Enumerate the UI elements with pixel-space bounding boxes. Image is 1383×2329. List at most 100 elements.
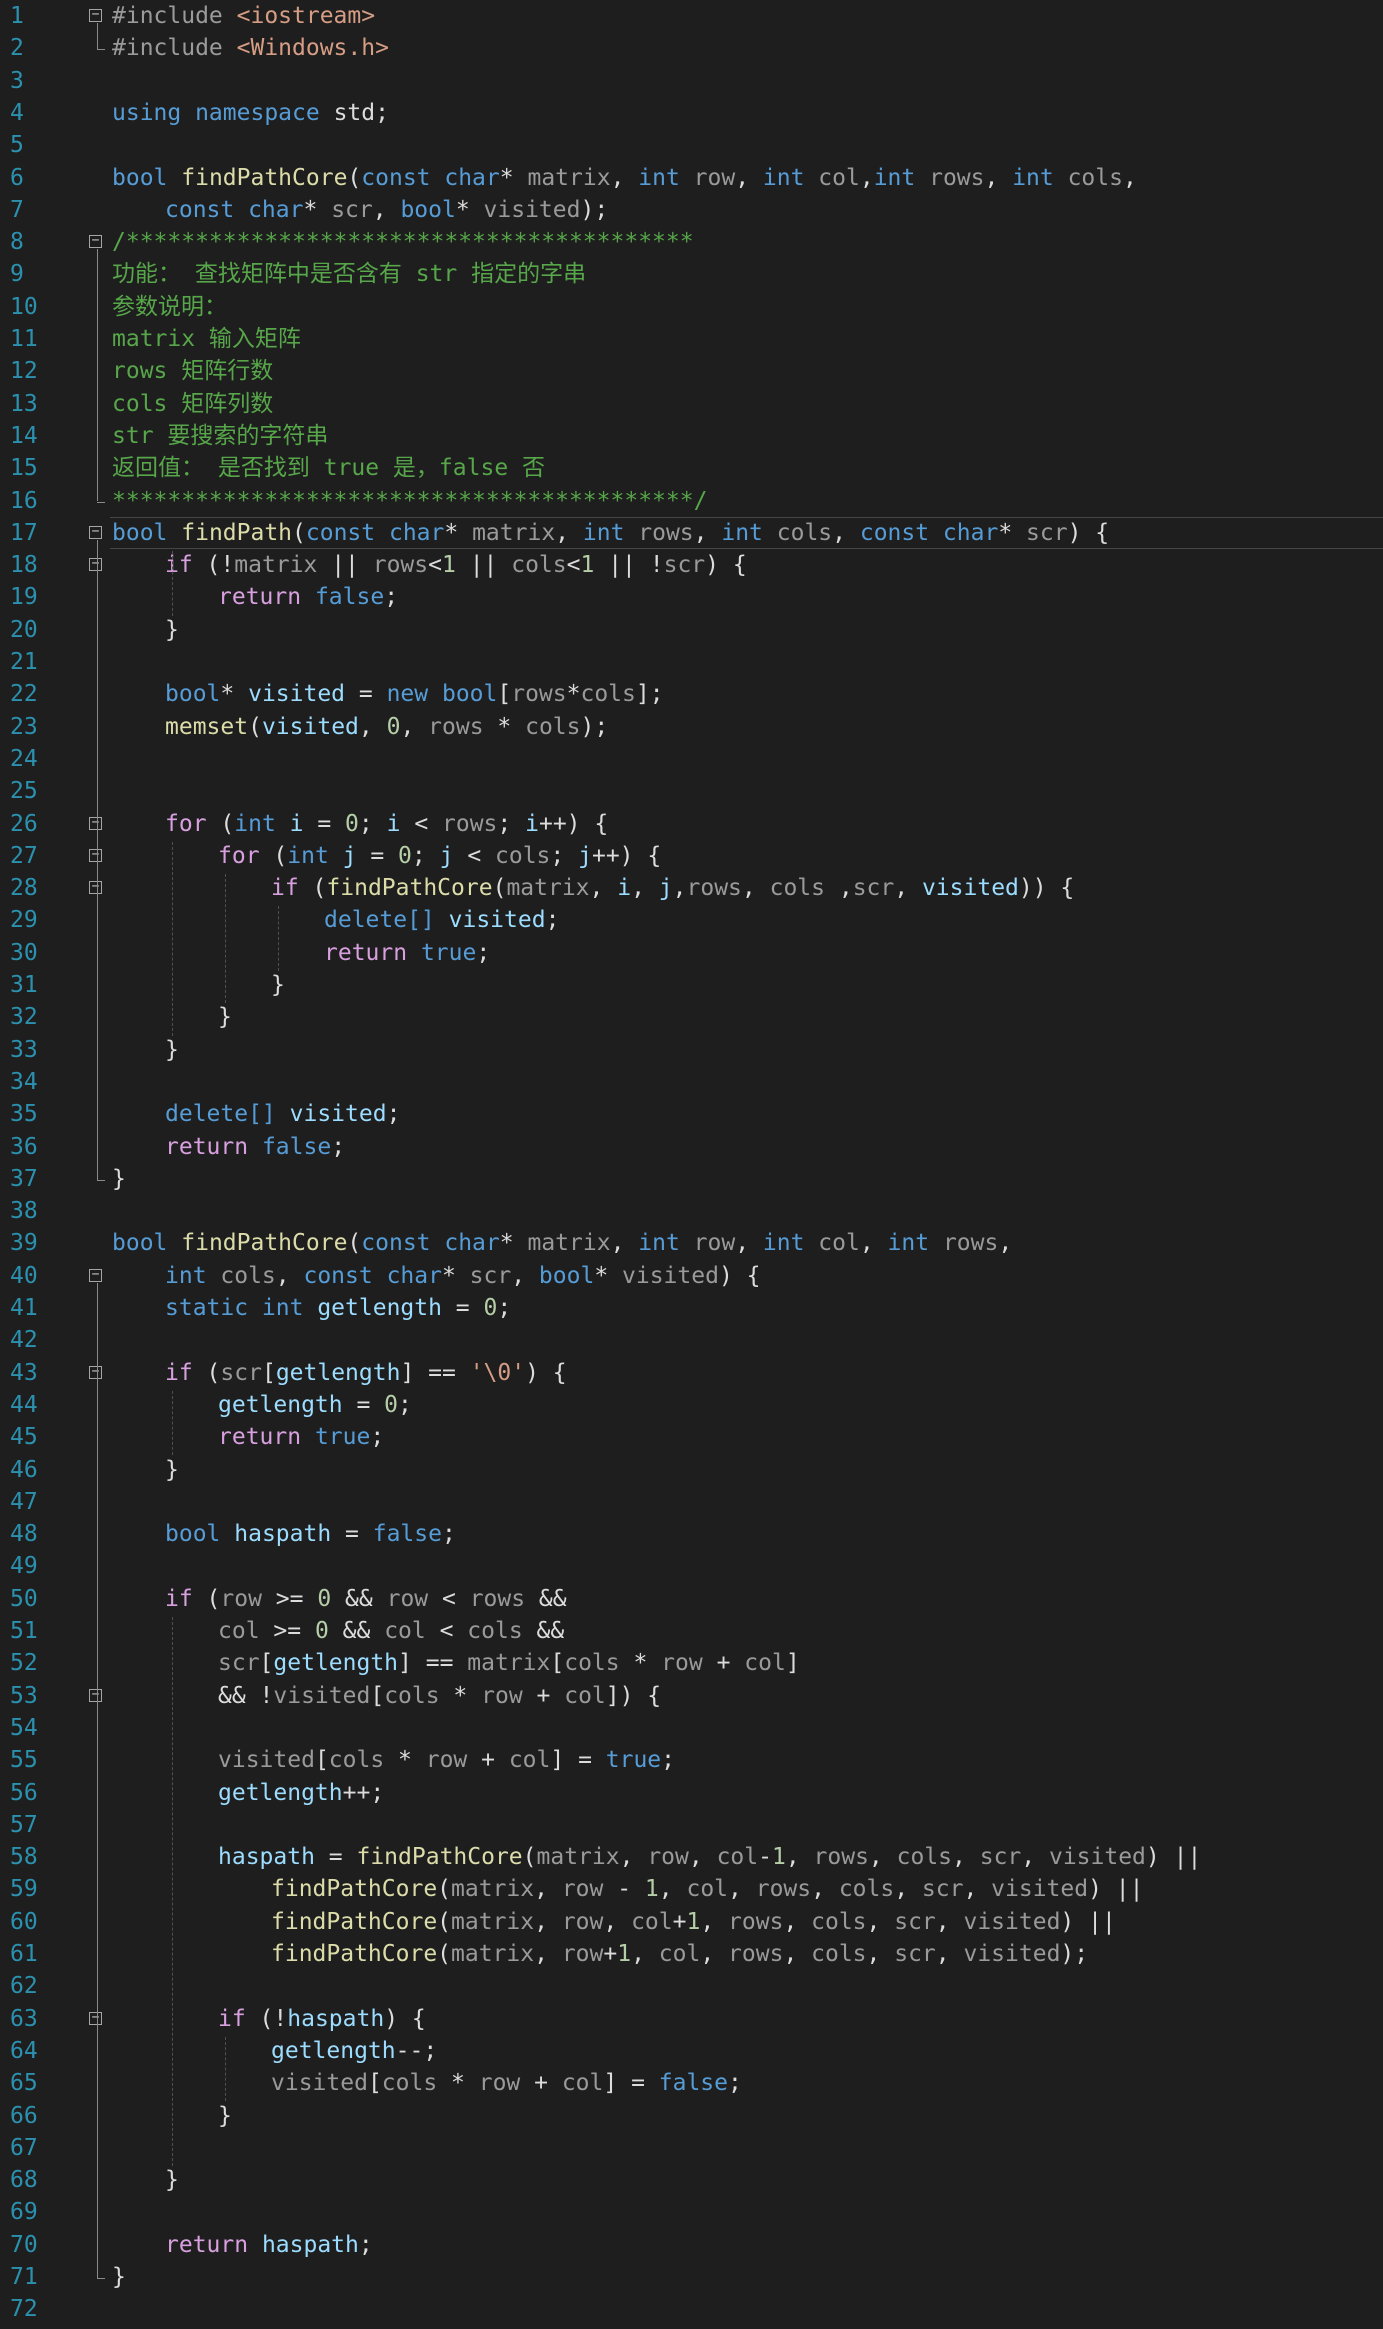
code-line[interactable]: 37} — [0, 1163, 1383, 1195]
code-line[interactable]: 7 const char* scr, bool* visited); — [0, 194, 1383, 226]
code-line[interactable]: 47 — [0, 1486, 1383, 1518]
line-number: 16 — [10, 487, 38, 514]
code-line[interactable]: 14 str 要搜索的字符串 — [0, 420, 1383, 452]
code-line[interactable]: 36 return false; — [0, 1131, 1383, 1163]
code-line[interactable]: 39 bool findPathCore(const char* matrix, … — [0, 1227, 1383, 1259]
code-token: matrix — [527, 1230, 611, 1257]
code-line[interactable]: 38 — [0, 1195, 1383, 1227]
code-line[interactable]: 41 static int getlength = 0; — [0, 1292, 1383, 1324]
code-line[interactable]: 56 getlength++; — [0, 1777, 1383, 1809]
code-line[interactable]: 25 — [0, 775, 1383, 807]
code-line[interactable]: 9 功能： 查找矩阵中是否含有 str 指定的字串 — [0, 258, 1383, 290]
collapse-region-icon[interactable]: − — [89, 557, 102, 572]
code-line[interactable]: 31} — [0, 969, 1383, 1001]
code-line[interactable]: 50 if (row >= 0 && row < rows && — [0, 1583, 1383, 1615]
code-token: const char — [165, 196, 304, 223]
code-token: bool — [165, 1521, 235, 1548]
code-line[interactable]: 60 findPathCore(matrix, row, col+1, rows,… — [0, 1906, 1383, 1938]
code-line[interactable]: 10 参数说明： — [0, 291, 1383, 323]
code-line[interactable]: 33} — [0, 1034, 1383, 1066]
code-line[interactable]: 16 **************************************… — [0, 485, 1383, 517]
code-line[interactable]: 62 — [0, 1970, 1383, 2002]
code-line[interactable]: 1 − #include <iostream> — [0, 0, 1383, 32]
code-token: visited — [248, 681, 346, 708]
code-token: * — [499, 164, 528, 191]
code-line[interactable]: 32} — [0, 1001, 1383, 1033]
code-text: } — [112, 2261, 126, 2293]
code-line[interactable]: 68} — [0, 2164, 1383, 2196]
code-line[interactable]: 27− for (int j = 0; j < cols; j++) { — [0, 840, 1383, 872]
code-line[interactable]: 44 getlength = 0; — [0, 1389, 1383, 1421]
code-token: + — [520, 2070, 562, 2097]
code-line[interactable]: 69 — [0, 2196, 1383, 2228]
code-line[interactable]: 72 — [0, 2293, 1383, 2325]
collapse-region-icon[interactable]: − — [89, 2011, 102, 2025]
code-token: for — [218, 842, 274, 869]
code-line[interactable]: 13 cols 矩阵列数 — [0, 388, 1383, 420]
code-line[interactable]: 63 − if (!haspath) { — [0, 2003, 1383, 2035]
line-number: 40 — [10, 1262, 38, 1289]
code-line[interactable]: 19 return false; — [0, 581, 1383, 613]
collapse-region-icon[interactable]: − — [89, 816, 102, 830]
code-line[interactable]: 48 bool haspath = false; — [0, 1518, 1383, 1550]
code-token: rows — [372, 552, 429, 579]
code-line[interactable]: 2 #include <Windows.h> — [0, 32, 1383, 64]
collapse-region-icon[interactable]: − — [89, 848, 102, 862]
code-line[interactable]: 22 bool* visited = new bool[rows*cols]; — [0, 678, 1383, 710]
code-line[interactable]: 71} — [0, 2261, 1383, 2293]
code-line[interactable]: 54 — [0, 1712, 1383, 1744]
code-line[interactable]: 65 visited[cols * row + col] = false; — [0, 2067, 1383, 2099]
code-line[interactable]: 53 − && !visited[cols * row + col]) { — [0, 1680, 1383, 1712]
code-editor[interactable]: 1− #include <iostream> 2 #include <Windows.… — [0, 0, 1383, 2329]
code-line[interactable]: 15 返回值： 是否找到 true 是，false 否 — [0, 452, 1383, 484]
code-line[interactable]: 40− int cols, const char* scr, bool* visi… — [0, 1260, 1383, 1292]
code-line[interactable]: 3 — [0, 65, 1383, 97]
code-text: 功能： 查找矩阵中是否含有 str 指定的字串 — [112, 258, 586, 290]
code-line[interactable]: 61 findPathCore(matrix, row+1, col, rows,… — [0, 1938, 1383, 1970]
code-line[interactable]: 35 delete[] visited; — [0, 1098, 1383, 1130]
code-line[interactable]: 45 return true; — [0, 1421, 1383, 1453]
code-line[interactable]: 42 — [0, 1324, 1383, 1356]
code-token: i — [617, 875, 632, 902]
code-line[interactable]: 70 return haspath; — [0, 2229, 1383, 2261]
code-line[interactable]: 26− for (int i = 0; i < rows; i++) { — [0, 808, 1383, 840]
code-line[interactable]: 12 rows 矩阵行数 — [0, 355, 1383, 387]
code-line[interactable]: 6 bool findPathCore(const char* matrix, i… — [0, 162, 1383, 194]
code-line[interactable]: 57 — [0, 1809, 1383, 1841]
code-line[interactable]: 18 − if (!matrix || rows<1 || cols<1 || !s… — [0, 549, 1383, 581]
code-line[interactable]: 58 haspath = findPathCore(matrix, row, co… — [0, 1841, 1383, 1873]
code-line[interactable]: 28− if (findPathCore(matrix, i, j,rows, c… — [0, 872, 1383, 904]
code-line[interactable]: 24 — [0, 743, 1383, 775]
code-token: ) { — [384, 2005, 426, 2032]
code-line[interactable]: 49 — [0, 1550, 1383, 1582]
code-text: return true; — [324, 937, 490, 969]
code-line[interactable]: 29 delete[] visited; — [0, 904, 1383, 936]
code-line[interactable]: 11 matrix 输入矩阵 — [0, 323, 1383, 355]
collapse-region-icon[interactable]: − — [89, 1268, 102, 1282]
code-line[interactable]: 21 — [0, 646, 1383, 678]
collapse-region-icon[interactable]: − — [89, 8, 102, 22]
code-line[interactable]: 34 — [0, 1066, 1383, 1098]
code-line[interactable]: 20} — [0, 614, 1383, 646]
code-line[interactable]: 43 − if (scr[getlength] == '\0') { — [0, 1357, 1383, 1389]
code-line[interactable]: 59 findPathCore(matrix, row - 1, col, row… — [0, 1873, 1383, 1905]
code-line[interactable]: 46} — [0, 1454, 1383, 1486]
code-line[interactable]: 4 using namespace std; — [0, 97, 1383, 129]
collapse-region-icon[interactable]: − — [89, 525, 102, 539]
code-line[interactable]: 55 visited[cols * row + col] = true; — [0, 1744, 1383, 1776]
collapse-region-icon[interactable]: − — [89, 234, 102, 249]
code-line[interactable]: 23 memset(visited, 0, rows * cols); — [0, 711, 1383, 743]
code-line[interactable]: 8 −/*************************************… — [0, 226, 1383, 258]
code-line[interactable]: 17− bool findPath(const char* matrix, int… — [0, 516, 1383, 550]
code-token: row — [561, 1876, 604, 1903]
collapse-region-icon[interactable]: − — [89, 1365, 102, 1379]
code-line[interactable]: 52 scr[getlength] == matrix[cols * row + … — [0, 1647, 1383, 1679]
code-line[interactable]: 5 — [0, 129, 1383, 161]
code-line[interactable]: 64 getlength--; — [0, 2035, 1383, 2067]
code-line[interactable]: 67 — [0, 2132, 1383, 2164]
collapse-region-icon[interactable]: − — [89, 880, 102, 895]
code-line[interactable]: 30 return true; — [0, 937, 1383, 969]
collapse-region-icon[interactable]: − — [89, 1688, 102, 1702]
code-line[interactable]: 51 col >= 0 && col < cols && — [0, 1615, 1383, 1647]
code-line[interactable]: 66} — [0, 2100, 1383, 2132]
